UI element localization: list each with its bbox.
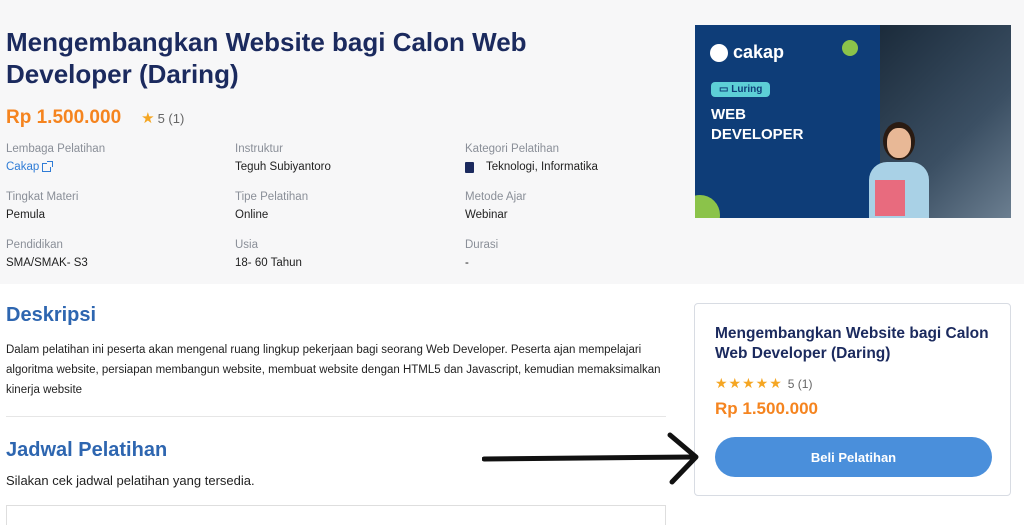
meta-value: - — [465, 257, 469, 269]
meta-label: Lembaga Pelatihan — [6, 143, 106, 155]
schedule-text: Silakan cek jadwal pelatihan yang tersed… — [6, 473, 255, 488]
meta-value: 18- 60 Tahun — [235, 257, 302, 269]
price-rating-row: Rp 1.500.000 ★ 5 (1) — [6, 107, 184, 129]
meta-value-row: Teknologi, Informatika — [465, 160, 598, 175]
course-header: Mengembangkan Website bagi Calon Web Dev… — [0, 0, 1024, 284]
face-shape — [887, 128, 911, 158]
meta-institution: Lembaga Pelatihan Cakap — [6, 142, 105, 175]
mode-label: Luring — [731, 84, 763, 95]
meta-label: Pendidikan — [6, 239, 63, 251]
purchase-card: Mengembangkan Website bagi Calon Web Dev… — [694, 303, 1011, 496]
meta-label: Instruktur — [235, 143, 283, 155]
description-text: Dalam pelatihan ini peserta akan mengena… — [6, 344, 661, 396]
meta-label: Usia — [235, 239, 259, 251]
star-rating-icons: ★★★★★ — [715, 375, 783, 391]
meta-value: SMA/SMAK- S3 — [6, 257, 88, 269]
schedule-heading: Jadwal Pelatihan — [6, 439, 168, 461]
banner-headline: WEB DEVELOPER — [711, 105, 804, 145]
meta-value: Teknologi, Informatika — [486, 161, 598, 173]
instructor-photo — [865, 120, 935, 218]
page-title: Mengembangkan Website bagi Calon Web Dev… — [6, 27, 527, 89]
headline-line-1: WEB — [711, 106, 746, 123]
card-price: Rp 1.500.000 — [715, 399, 819, 418]
book-shape — [875, 180, 905, 216]
institution-link[interactable]: Cakap — [6, 160, 39, 175]
meta-value: Teguh Subiyantoro — [235, 161, 331, 173]
meta-label: Kategori Pelatihan — [465, 143, 559, 155]
rating-value: 5 (1) — [157, 110, 185, 126]
card-rating: ★★★★★ 5 (1) — [715, 375, 812, 392]
course-rating: ★ 5 (1) — [141, 109, 184, 127]
star-icon: ★ — [141, 110, 155, 127]
external-link-icon[interactable] — [42, 161, 54, 172]
mode-pill: ▭ Luring — [711, 82, 771, 97]
decor-circle — [695, 195, 720, 218]
divider — [6, 416, 666, 417]
meta-label: Metode Ajar — [465, 191, 527, 203]
meta-level: Tingkat Materi Pemula — [6, 190, 78, 223]
meta-value: Online — [235, 209, 269, 221]
meta-education: Pendidikan SMA/SMAK- S3 — [6, 238, 88, 271]
meta-method: Metode Ajar Webinar — [465, 190, 526, 223]
arrow-annotation-icon — [482, 432, 699, 485]
meta-label: Tingkat Materi — [6, 191, 79, 203]
clipboard-icon — [465, 162, 474, 173]
schedule-list-container — [6, 505, 666, 525]
meta-label: Durasi — [465, 239, 499, 251]
course-price: Rp 1.500.000 — [6, 107, 122, 128]
decor-circle — [842, 40, 858, 56]
headline-line-2: DEVELOPER — [711, 126, 804, 143]
meta-value: Webinar — [465, 209, 508, 221]
meta-age: Usia 18- 60 Tahun — [235, 238, 302, 271]
meta-instructor: Instruktur Teguh Subiyantoro — [235, 142, 331, 175]
meta-value: Pemula — [6, 209, 45, 221]
logo-icon — [710, 43, 728, 62]
course-banner-image: cakap ▭ Luring WEB DEVELOPER — [695, 25, 1011, 218]
description-heading: Deskripsi — [6, 304, 97, 326]
meta-category: Kategori Pelatihan Teknologi, Informatik… — [465, 142, 598, 175]
buy-course-button[interactable]: Beli Pelatihan — [715, 437, 992, 477]
card-rating-value: 5 (1) — [787, 376, 813, 391]
meta-type: Tipe Pelatihan Online — [235, 190, 308, 223]
brand-name: cakap — [733, 42, 785, 62]
brand-logo: cakap — [710, 42, 784, 63]
institution-link-row[interactable]: Cakap — [6, 160, 105, 175]
laptop-icon: ▭ — [719, 84, 732, 95]
meta-label: Tipe Pelatihan — [235, 191, 309, 203]
card-title: Mengembangkan Website bagi Calon Web Dev… — [715, 325, 989, 362]
meta-duration: Durasi - — [465, 238, 498, 271]
